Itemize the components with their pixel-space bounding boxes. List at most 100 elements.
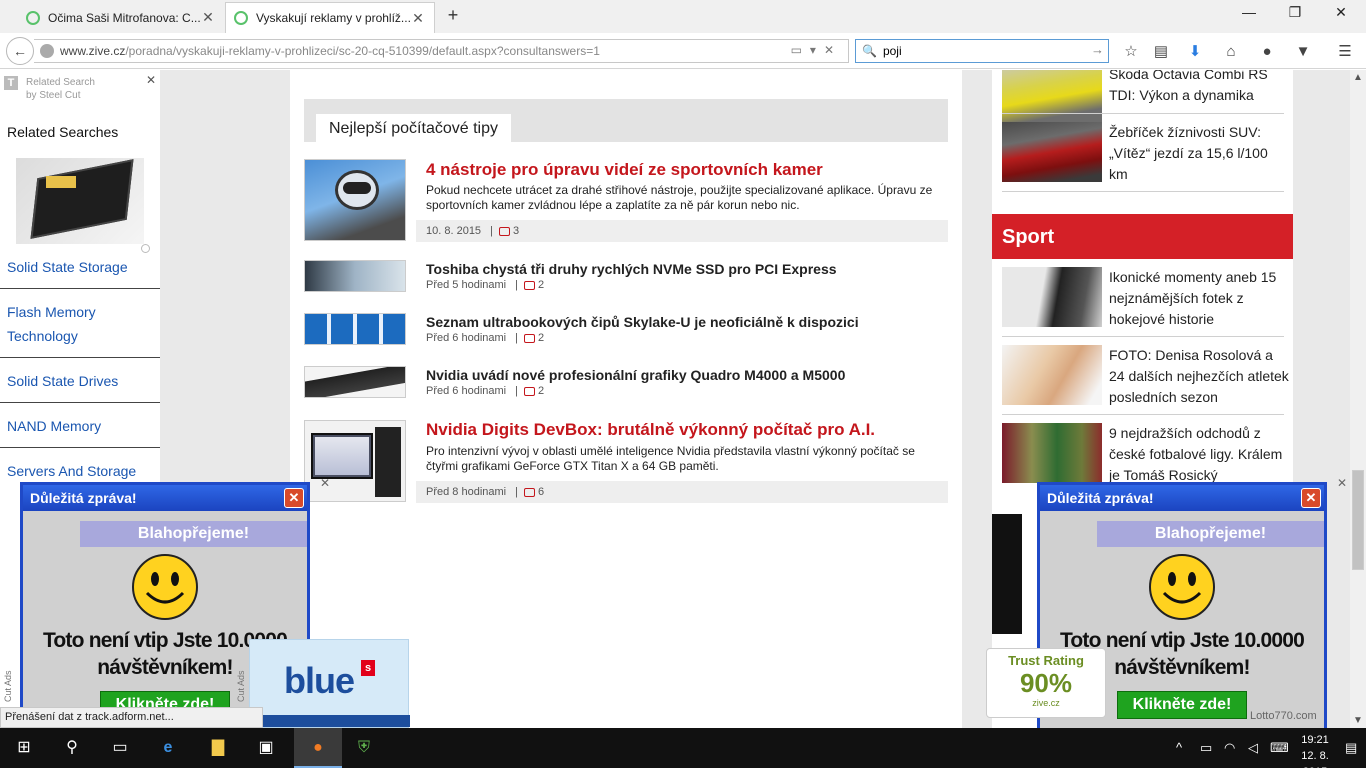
file-explorer-icon[interactable]: ▇ (206, 736, 230, 760)
pocket-icon[interactable]: ▼ (1294, 43, 1312, 61)
task-view-icon[interactable]: ▭ (108, 736, 132, 760)
new-tab-button[interactable]: + (443, 5, 463, 27)
loading-icon (26, 10, 40, 25)
related-searches-title: Related Searches (7, 124, 119, 140)
comment-count[interactable]: 2 (538, 332, 544, 344)
trust-value: 90% (1019, 668, 1073, 698)
close-ad-icon[interactable]: ✕ (1337, 476, 1347, 490)
close-tab-icon[interactable]: ✕ (200, 9, 216, 26)
keyboard-icon[interactable]: ⌨ (1270, 740, 1289, 756)
close-ad-icon[interactable]: ✕ (320, 476, 330, 490)
related-link-servers-storage[interactable]: Servers And Storage (7, 459, 157, 483)
article-title[interactable]: FOTO: Denisa Rosolová a 24 dalších nejhe… (1109, 345, 1289, 408)
home-icon[interactable]: ⌂ (1222, 43, 1240, 61)
article-title[interactable]: Seznam ultrabookových čipů Skylake-U je … (426, 314, 859, 330)
battery-icon[interactable]: ▭ (1200, 740, 1212, 756)
tab-ocima[interactable]: Očima Saši Mitrofanova: C... ✕ (18, 2, 224, 33)
divider (1002, 336, 1284, 337)
scroll-down-icon[interactable]: ▼ (1353, 715, 1363, 726)
url-bar[interactable]: www.zive.cz/poradna/vyskakuji-reklamy-v-… (34, 39, 849, 63)
article-title[interactable]: 4 nástroje pro úpravu videí ze sportovní… (426, 160, 823, 180)
search-go-icon[interactable]: → (1091, 42, 1104, 57)
article-thumbnail[interactable] (1002, 267, 1102, 327)
globe-icon (40, 44, 54, 58)
volume-icon[interactable]: ◁ (1248, 740, 1258, 756)
main-content: Nejlepší počítačové tipy 4 nástroje pro … (290, 70, 962, 728)
article-title[interactable]: Ikonické momenty aneb 15 nejznámějších f… (1109, 267, 1289, 330)
tab-label: Vyskakují reklamy v prohlíž... (256, 11, 410, 25)
article-thumbnail[interactable] (1002, 122, 1102, 182)
related-link-flash-memory[interactable]: Flash Memory Technology (7, 300, 157, 348)
article-thumbnail[interactable] (1002, 70, 1102, 124)
article-title[interactable]: Škoda Octavia Combi RS TDI: Výkon a dyna… (1109, 70, 1289, 106)
edge-browser-icon[interactable]: e (156, 736, 180, 760)
comment-count[interactable]: 6 (538, 486, 544, 498)
steelcut-logo-icon: T (4, 76, 18, 90)
article-thumbnail[interactable] (304, 260, 406, 292)
wifi-icon[interactable]: ◠ (1224, 740, 1235, 756)
security-shield-icon[interactable]: ⛨ (352, 736, 376, 760)
article-thumbnail[interactable] (304, 159, 406, 241)
page-scrollbar[interactable]: ▲ ▼ (1350, 70, 1366, 728)
comment-count[interactable]: 2 (538, 385, 544, 397)
system-clock[interactable]: 19:21 12. 8. 2015 (1290, 732, 1340, 768)
blue-ad-text: blue (284, 660, 355, 701)
popup-close-icon[interactable]: ✕ (1301, 488, 1321, 508)
chat-icon[interactable]: ● (1258, 43, 1276, 61)
downloads-icon[interactable]: ⬇ (1186, 43, 1204, 61)
clock-time: 19:21 (1301, 734, 1329, 746)
menu-icon[interactable]: ☰ (1336, 43, 1354, 61)
cut-ads-label: Cut Ads (236, 670, 246, 702)
divider (0, 288, 160, 289)
trust-title: Trust Rating (1008, 653, 1084, 668)
article-thumbnail[interactable] (304, 313, 406, 345)
related-link-nand-memory[interactable]: NAND Memory (7, 414, 157, 438)
search-input[interactable]: 🔍 poji → (855, 39, 1109, 63)
comment-count[interactable]: 3 (513, 225, 519, 237)
comment-icon (524, 280, 536, 290)
scroll-up-icon[interactable]: ▲ (1353, 72, 1363, 83)
article-title[interactable]: Žebříček žíznivosti SUV: „Vítěz“ jezdí z… (1109, 122, 1289, 185)
tray-expand-icon[interactable]: ^ (1176, 740, 1182, 755)
article-title[interactable]: Nvidia Digits DevBox: brutálně výkonný p… (426, 420, 875, 440)
notifications-icon[interactable]: ▤ (1345, 740, 1357, 756)
search-engine-icon: 🔍 (862, 44, 877, 58)
close-window-button[interactable]: ✕ (1318, 4, 1364, 26)
bookmarks-list-icon[interactable]: ▤ (1152, 43, 1170, 61)
article-thumbnail[interactable] (304, 366, 406, 398)
popup-close-icon[interactable]: ✕ (284, 488, 304, 508)
related-link-solid-state-storage[interactable]: Solid State Storage (7, 255, 157, 279)
article-date: Před 8 hodinami (426, 486, 507, 498)
reader-view-icon[interactable]: ▭▾✕ (791, 43, 842, 57)
comment-icon (524, 386, 536, 396)
article-title[interactable]: Nvidia uvádí nové profesionální grafiky … (426, 367, 845, 383)
close-tab-icon[interactable]: ✕ (410, 10, 426, 27)
search-icon[interactable]: ⚲ (60, 736, 84, 760)
trust-rating-badge[interactable]: Trust Rating 90% zive.cz (986, 648, 1106, 718)
ssd-image[interactable] (16, 158, 144, 244)
article-thumbnail[interactable] (1002, 423, 1102, 483)
comment-count[interactable]: 2 (538, 279, 544, 291)
blue-bank-ad[interactable]: blue s (249, 639, 410, 728)
cut-ads-label: Cut Ads (3, 670, 13, 702)
article-title[interactable]: 9 nejdražších odchodů z české fotbalové … (1109, 423, 1289, 486)
popup-click-button[interactable]: Klikněte zde! (1117, 691, 1247, 719)
windows-start-icon[interactable]: ⊞ (12, 736, 36, 760)
ad-banner-edge[interactable] (992, 514, 1022, 634)
bookmark-star-icon[interactable]: ☆ (1122, 43, 1140, 61)
restore-button[interactable]: ❐ (1272, 4, 1318, 26)
article-title[interactable]: Toshiba chystá tři druhy rychlých NVMe S… (426, 261, 837, 277)
article-thumbnail[interactable] (1002, 345, 1102, 405)
store-icon[interactable]: ▣ (254, 736, 278, 760)
tab-vyskakuji[interactable]: Vyskakují reklamy v prohlíž... ✕ (225, 2, 435, 33)
minimize-button[interactable]: — (1226, 4, 1272, 26)
info-icon[interactable] (141, 244, 150, 253)
lotto-link[interactable]: Lotto770.com (1250, 710, 1317, 722)
related-link-solid-state-drives[interactable]: Solid State Drives (7, 369, 157, 393)
close-panel-icon[interactable]: ✕ (146, 73, 156, 87)
scroll-thumb[interactable] (1352, 470, 1364, 570)
article-meta: Před 8 hodinami | 6 (416, 481, 948, 503)
firefox-icon[interactable]: ● (306, 736, 330, 760)
back-button[interactable]: ← (6, 37, 34, 65)
sport-section-header[interactable]: Sport (992, 214, 1293, 259)
